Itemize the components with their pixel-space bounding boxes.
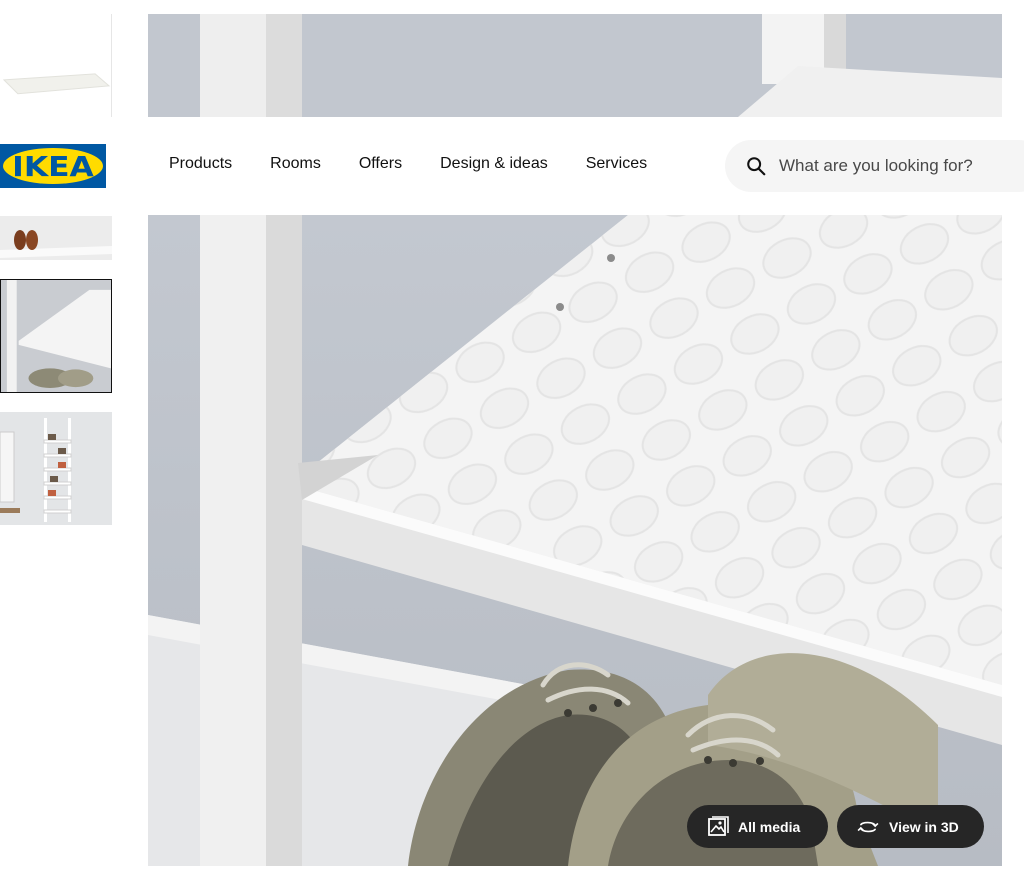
thumbnail-shelf-product[interactable] bbox=[0, 14, 112, 117]
search-icon bbox=[745, 155, 767, 177]
search-input[interactable]: What are you looking for? bbox=[725, 140, 1024, 192]
thumbnail-image bbox=[1, 280, 111, 392]
nav-design-ideas[interactable]: Design & ideas bbox=[440, 155, 548, 173]
search-placeholder: What are you looking for? bbox=[779, 156, 973, 175]
thumbnail-shelf-closeup[interactable] bbox=[0, 279, 112, 393]
nav-rooms[interactable]: Rooms bbox=[270, 155, 321, 173]
main-product-image[interactable] bbox=[148, 215, 1002, 866]
main-nav: Products Rooms Offers Design & ideas Ser… bbox=[169, 155, 685, 173]
hero-image-top bbox=[148, 14, 1002, 117]
rotate-3d-icon bbox=[856, 818, 880, 836]
view-in-3d-label: View in 3D bbox=[889, 818, 959, 835]
nav-products[interactable]: Products bbox=[169, 155, 232, 173]
all-media-button[interactable]: All media bbox=[687, 805, 828, 848]
view-in-3d-button[interactable]: View in 3D bbox=[837, 805, 984, 848]
gallery-icon bbox=[707, 815, 729, 838]
thumbnail-image bbox=[0, 14, 111, 117]
site-header: IKEA Products Rooms Offers Design & idea… bbox=[0, 117, 1024, 215]
thumbnail-image bbox=[0, 216, 112, 260]
thumbnail-shelf-with-shoes[interactable] bbox=[0, 216, 112, 260]
thumbnail-image bbox=[0, 412, 112, 525]
all-media-label: All media bbox=[738, 818, 801, 835]
thumbnail-shoe-rack-room[interactable] bbox=[0, 412, 112, 525]
ikea-logo[interactable]: IKEA bbox=[0, 144, 106, 188]
nav-services[interactable]: Services bbox=[586, 155, 647, 173]
logo-text: IKEA bbox=[12, 149, 94, 183]
nav-offers[interactable]: Offers bbox=[359, 155, 402, 173]
